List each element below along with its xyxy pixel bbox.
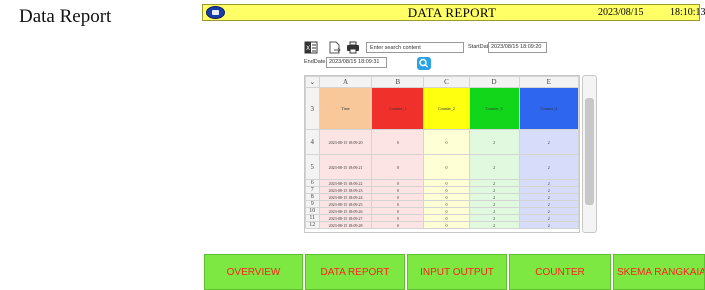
row-number: 9 <box>305 200 320 208</box>
cell-counter-1[interactable]: 0 <box>371 200 425 208</box>
cell-time[interactable]: 2023-08-15 18:09:23 <box>318 186 373 194</box>
page-side-title: Data Report <box>19 6 112 27</box>
nav-overview-button[interactable]: OVERVIEW <box>204 254 303 290</box>
cell-counter-2[interactable]: 0 <box>423 129 470 155</box>
excel-export-icon[interactable]: X <box>304 41 318 54</box>
search-button[interactable] <box>417 57 431 70</box>
table-row[interactable]: 4 2023-08-15 18:09:20 0 0 2 2 <box>305 129 579 155</box>
row-number: 11 <box>305 214 320 222</box>
search-icon <box>419 58 428 68</box>
data-grid[interactable]: ⌄ A B C D E 3 Time Counter_1 Counter_2 C… <box>304 75 580 233</box>
cell-counter-3[interactable]: 2 <box>468 221 520 229</box>
row-number: 10 <box>305 207 320 215</box>
header-bar: DATA REPORT 2023/08/15 18:10:13 <box>202 4 705 21</box>
column-header-d[interactable]: D <box>468 76 520 88</box>
cell-counter-2[interactable]: 0 <box>423 200 470 208</box>
cell-counter-3[interactable]: 2 <box>468 207 520 215</box>
cell-counter-3[interactable]: 2 <box>468 193 520 201</box>
cell-counter-2[interactable]: 0 <box>423 221 470 229</box>
cell-time[interactable]: 2023-08-15 18:09:25 <box>318 200 373 208</box>
row-number: 7 <box>305 186 320 194</box>
cell-counter-4[interactable]: 2 <box>518 200 579 208</box>
cell-counter-3[interactable]: 2 <box>468 129 520 155</box>
start-date-input[interactable]: 2023/08/15 18:09:20 <box>488 42 547 53</box>
column-header-b[interactable]: B <box>371 76 425 88</box>
cell-counter-1[interactable]: 0 <box>371 154 425 180</box>
table-row[interactable]: 12 2023-08-15 18:09:28 0 0 2 2 <box>305 221 579 229</box>
cell-counter-2[interactable]: 0 <box>423 186 470 194</box>
nav-skema-rangkaian-button[interactable]: SKEMA RANGKAIAN <box>613 254 705 290</box>
cell-counter-4[interactable]: 2 <box>518 214 579 222</box>
cell-counter-4[interactable]: 2 <box>518 221 579 229</box>
cell-counter-2[interactable]: 0 <box>423 207 470 215</box>
cell-counter-4[interactable]: 2 <box>518 154 579 180</box>
cell-counter-4[interactable]: 2 <box>518 207 579 215</box>
nav-counter-button[interactable]: COUNTER <box>509 254 611 290</box>
cell-time[interactable]: 2023-08-15 18:09:21 <box>318 154 373 180</box>
corner-cell[interactable]: ⌄ <box>305 76 320 88</box>
row-number: 3 <box>305 87 320 130</box>
cell-counter-2[interactable]: 0 <box>423 154 470 180</box>
table-row[interactable]: 11 2023-08-15 18:09:27 0 0 2 2 <box>305 214 579 222</box>
row-number: 8 <box>305 193 320 201</box>
cell-counter-1[interactable]: 0 <box>371 179 425 187</box>
cell-counter-1[interactable]: 0 <box>371 186 425 194</box>
file-export-icon[interactable] <box>328 41 342 54</box>
nav-data-report-button[interactable]: DATA REPORT <box>305 254 405 290</box>
scrollbar-thumb[interactable] <box>585 98 594 205</box>
cell-counter-2[interactable]: 0 <box>423 214 470 222</box>
column-header-c[interactable]: C <box>423 76 470 88</box>
cell-counter-3[interactable]: 2 <box>468 186 520 194</box>
end-date-input[interactable]: 2023/08/15 18:09:31 <box>326 57 387 68</box>
row-number: 4 <box>305 129 320 155</box>
column-header-e[interactable]: E <box>518 76 579 88</box>
header-time: 18:10:13 <box>670 7 705 18</box>
table-row[interactable]: 9 2023-08-15 18:09:25 0 0 2 2 <box>305 200 579 208</box>
cell-counter-4[interactable]: 2 <box>518 179 579 187</box>
header-cell-counter-4[interactable]: Counter_4 <box>518 87 579 130</box>
table-row[interactable]: 5 2023-08-15 18:09:21 0 0 2 2 <box>305 154 579 180</box>
cell-time[interactable]: 2023-08-15 18:09:22 <box>318 179 373 187</box>
header-cell-time[interactable]: Time <box>318 87 373 130</box>
table-row[interactable]: 6 2023-08-15 18:09:22 0 0 2 2 <box>305 179 579 187</box>
cell-counter-1[interactable]: 0 <box>371 129 425 155</box>
header-cell-counter-1[interactable]: Counter_1 <box>371 87 425 130</box>
nav-input-output-button[interactable]: INPUT OUTPUT <box>407 254 507 290</box>
vertical-scrollbar[interactable] <box>582 75 597 233</box>
cell-counter-1[interactable]: 0 <box>371 207 425 215</box>
print-icon[interactable] <box>346 41 360 54</box>
column-header-a[interactable]: A <box>318 76 373 88</box>
cell-counter-3[interactable]: 2 <box>468 179 520 187</box>
row-number: 12 <box>305 221 320 229</box>
search-input[interactable]: Enter search content <box>366 42 464 53</box>
cell-counter-4[interactable]: 2 <box>518 129 579 155</box>
svg-text:X: X <box>306 45 310 52</box>
row-number: 6 <box>305 179 320 187</box>
header-date: 2023/08/15 <box>598 7 644 18</box>
cell-time[interactable]: 2023-08-15 18:09:27 <box>318 214 373 222</box>
cell-counter-2[interactable]: 0 <box>423 179 470 187</box>
cell-counter-2[interactable]: 0 <box>423 193 470 201</box>
cell-time[interactable]: 2023-08-15 18:09:24 <box>318 193 373 201</box>
table-row[interactable]: 10 2023-08-15 18:09:26 0 0 2 2 <box>305 207 579 215</box>
cell-counter-4[interactable]: 2 <box>518 186 579 194</box>
cell-time[interactable]: 2023-08-15 18:09:20 <box>318 129 373 155</box>
cell-counter-3[interactable]: 2 <box>468 214 520 222</box>
end-date-label: EndDate <box>304 59 326 65</box>
header-cell-counter-3[interactable]: Counter_3 <box>468 87 520 130</box>
cell-counter-3[interactable]: 2 <box>468 200 520 208</box>
cell-counter-1[interactable]: 0 <box>371 193 425 201</box>
cell-counter-4[interactable]: 2 <box>518 193 579 201</box>
cell-counter-1[interactable]: 0 <box>371 214 425 222</box>
table-row[interactable]: 7 2023-08-15 18:09:23 0 0 2 2 <box>305 186 579 194</box>
header-cell-counter-2[interactable]: Counter_2 <box>423 87 470 130</box>
cell-counter-3[interactable]: 2 <box>468 154 520 180</box>
table-row[interactable]: 8 2023-08-15 18:09:24 0 0 2 2 <box>305 193 579 201</box>
cell-time[interactable]: 2023-08-15 18:09:28 <box>318 221 373 229</box>
cell-counter-1[interactable]: 0 <box>371 221 425 229</box>
row-number: 5 <box>305 154 320 180</box>
cell-time[interactable]: 2023-08-15 18:09:26 <box>318 207 373 215</box>
